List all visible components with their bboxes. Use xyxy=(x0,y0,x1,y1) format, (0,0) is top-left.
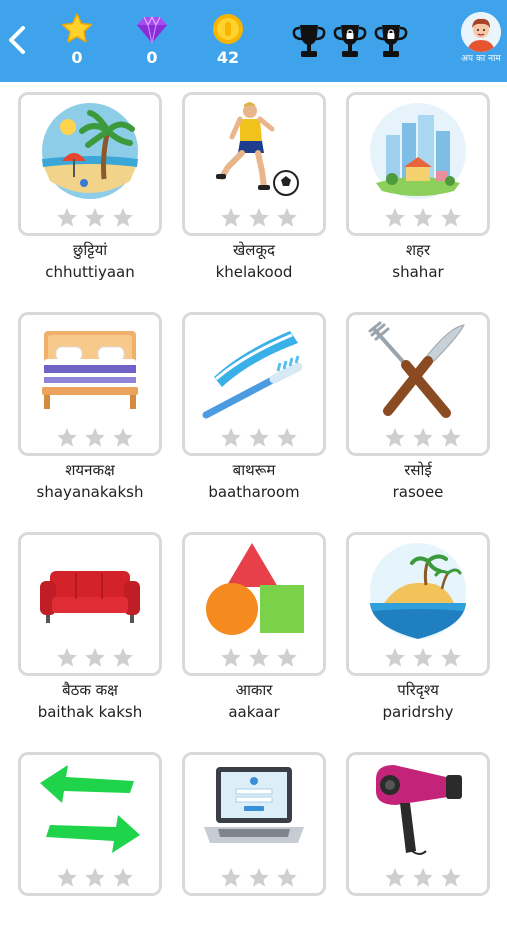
locked-trophy-icon xyxy=(374,25,408,57)
category-grid: छुट्टियां chhuttiyaan खेलकूद khelakood श… xyxy=(0,82,507,900)
fork-knife-icon xyxy=(368,321,465,418)
rating-stars xyxy=(57,428,133,447)
profile-avatar[interactable] xyxy=(461,12,501,52)
category-name-hindi: बैठक कक्ष xyxy=(62,681,118,699)
diamond-icon xyxy=(137,15,167,44)
category-tile xyxy=(346,752,490,896)
category-tile xyxy=(18,92,162,236)
island-icon xyxy=(370,543,466,639)
category-name-translit: aakaar xyxy=(228,703,280,721)
stars-count: 0 xyxy=(71,48,83,67)
diamonds-counter: 0 xyxy=(122,12,182,74)
category-name-translit: shahar xyxy=(392,263,444,281)
stars-counter: 0 xyxy=(47,12,107,74)
back-chevron-icon[interactable] xyxy=(4,22,30,58)
category-card[interactable]: रसोई rasoee xyxy=(344,302,507,502)
coin-icon xyxy=(213,14,243,44)
top-bar: 0 0 42 अप का नाम xyxy=(0,0,507,82)
category-name-hindi: शयनकक्ष xyxy=(65,461,115,479)
category-card[interactable]: खेलकूद khelakood xyxy=(180,82,344,282)
category-card[interactable]: बैठक कक्ष baithak kaksh xyxy=(16,522,180,722)
rating-stars xyxy=(385,868,461,887)
category-card[interactable] xyxy=(16,742,180,942)
beach-icon xyxy=(42,103,138,199)
category-tile xyxy=(18,312,162,456)
category-tile xyxy=(346,312,490,456)
category-name-hindi: रसोई xyxy=(404,461,432,479)
category-name-translit: khelakood xyxy=(215,263,293,281)
category-tile xyxy=(346,532,490,676)
shapes-icon xyxy=(206,543,304,635)
rating-stars xyxy=(57,208,133,227)
category-name-translit: paridrshy xyxy=(382,703,454,721)
locked-trophy-icon xyxy=(333,25,367,57)
soccer-player-icon xyxy=(216,102,299,196)
category-name-hindi: खेलकूद xyxy=(233,241,275,259)
user-avatar-icon xyxy=(461,12,501,52)
category-name-hindi: परिदृश्य xyxy=(397,681,439,699)
category-tile xyxy=(18,532,162,676)
category-name-translit: baatharoom xyxy=(208,483,300,501)
category-name-hindi: आकार xyxy=(235,681,273,699)
category-name-hindi: बाथरूम xyxy=(232,461,276,479)
hair-dryer-icon xyxy=(376,765,462,855)
category-name-translit: shayanakaksh xyxy=(36,483,144,501)
rating-stars xyxy=(221,868,297,887)
category-card[interactable]: आकार aakaar xyxy=(180,522,344,722)
city-icon xyxy=(370,103,466,199)
rating-stars xyxy=(221,648,297,667)
category-name-hindi: शहर xyxy=(405,241,431,259)
category-name-hindi: छुट्टियां xyxy=(72,241,108,259)
category-card[interactable]: शयनकक्ष shayanakaksh xyxy=(16,302,180,502)
category-card[interactable] xyxy=(180,742,344,942)
category-name-translit: chhuttiyaan xyxy=(45,263,135,281)
rating-stars xyxy=(385,648,461,667)
category-tile xyxy=(182,312,326,456)
category-card[interactable] xyxy=(344,742,507,942)
diamonds-count: 0 xyxy=(146,48,158,67)
star-icon xyxy=(61,13,93,43)
sofa-icon xyxy=(40,571,140,623)
category-card[interactable]: छुट्टियां chhuttiyaan xyxy=(16,82,180,282)
rating-stars xyxy=(57,648,133,667)
profile-name: अप का नाम xyxy=(461,54,501,64)
category-tile xyxy=(182,752,326,896)
laptop-icon xyxy=(204,767,304,843)
rating-stars xyxy=(57,868,133,887)
rating-stars xyxy=(221,428,297,447)
rating-stars xyxy=(221,208,297,227)
category-card[interactable]: बाथरूम baatharoom xyxy=(180,302,344,502)
category-tile xyxy=(18,752,162,896)
category-name-translit: baithak kaksh xyxy=(37,703,143,721)
category-card[interactable]: शहर shahar xyxy=(344,82,507,282)
coins-counter: 42 xyxy=(198,12,258,74)
arrows-icon xyxy=(40,765,140,853)
rating-stars xyxy=(385,208,461,227)
category-name-translit: rasoee xyxy=(392,483,444,501)
coins-count: 42 xyxy=(216,48,240,67)
rating-stars xyxy=(385,428,461,447)
category-tile xyxy=(182,532,326,676)
trophy-icon xyxy=(292,25,326,57)
category-card[interactable]: परिदृश्य paridrshy xyxy=(344,522,507,722)
bed-icon xyxy=(42,331,138,409)
category-tile xyxy=(346,92,490,236)
category-tile xyxy=(182,92,326,236)
toothbrush-icon xyxy=(202,331,303,419)
